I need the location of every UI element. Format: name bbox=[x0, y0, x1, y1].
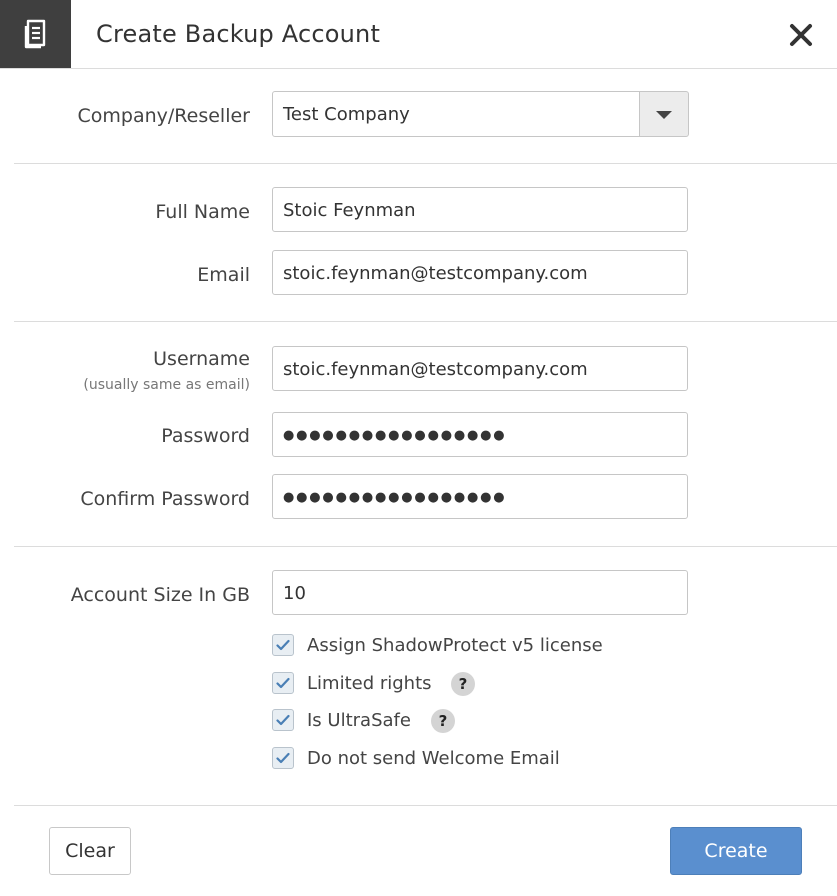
username-input[interactable]: stoic.feynman@testcompany.com bbox=[272, 346, 688, 391]
check-icon bbox=[276, 639, 290, 651]
divider bbox=[14, 546, 837, 547]
shadowprotect-checkbox[interactable] bbox=[272, 634, 294, 656]
check-icon bbox=[276, 677, 290, 689]
email-label: Email bbox=[197, 264, 250, 286]
username-hint: (usually same as email) bbox=[83, 377, 250, 393]
confirm-password-label: Confirm Password bbox=[80, 488, 250, 510]
full-name-input[interactable]: Stoic Feynman bbox=[272, 187, 688, 232]
check-icon bbox=[276, 752, 290, 764]
no-welcome-email-checkbox[interactable] bbox=[272, 747, 294, 769]
check-icon bbox=[276, 714, 290, 726]
checkbox-row-no-welcome-email[interactable]: Do not send Welcome Email bbox=[272, 746, 560, 770]
checkbox-row-ultrasafe[interactable]: Is UltraSafe bbox=[272, 708, 411, 732]
company-dropdown-button[interactable] bbox=[639, 91, 689, 137]
create-button[interactable]: Create bbox=[670, 827, 802, 875]
shadowprotect-label: Assign ShadowProtect v5 license bbox=[307, 634, 603, 656]
help-icon[interactable]: ? bbox=[451, 672, 475, 696]
dialog-header: Create Backup Account bbox=[0, 0, 837, 69]
password-label: Password bbox=[161, 425, 250, 447]
checkbox-row-limited-rights[interactable]: Limited rights bbox=[272, 671, 432, 695]
dialog-title: Create Backup Account bbox=[96, 20, 381, 48]
ultrasafe-label: Is UltraSafe bbox=[307, 709, 411, 731]
ultrasafe-checkbox[interactable] bbox=[272, 709, 294, 731]
no-welcome-email-label: Do not send Welcome Email bbox=[307, 747, 560, 769]
divider bbox=[14, 805, 837, 806]
divider bbox=[14, 321, 837, 322]
document-icon bbox=[0, 0, 71, 68]
company-select[interactable]: Test Company bbox=[272, 91, 640, 137]
full-name-label: Full Name bbox=[155, 201, 250, 223]
close-icon[interactable] bbox=[788, 22, 814, 48]
limited-rights-label: Limited rights bbox=[307, 672, 432, 694]
company-label: Company/Reseller bbox=[77, 105, 250, 127]
help-icon[interactable]: ? bbox=[431, 709, 455, 733]
chevron-down-icon bbox=[656, 111, 672, 119]
confirm-password-input[interactable]: ●●●●●●●●●●●●●●●●● bbox=[272, 474, 688, 519]
limited-rights-checkbox[interactable] bbox=[272, 672, 294, 694]
account-size-input[interactable]: 10 bbox=[272, 570, 688, 615]
username-label: Username bbox=[153, 348, 250, 370]
checkbox-row-shadowprotect[interactable]: Assign ShadowProtect v5 license bbox=[272, 633, 603, 657]
password-input[interactable]: ●●●●●●●●●●●●●●●●● bbox=[272, 412, 688, 457]
clear-button[interactable]: Clear bbox=[49, 827, 131, 875]
account-size-label: Account Size In GB bbox=[70, 584, 250, 606]
email-input[interactable]: stoic.feynman@testcompany.com bbox=[272, 250, 688, 295]
divider bbox=[14, 163, 837, 164]
